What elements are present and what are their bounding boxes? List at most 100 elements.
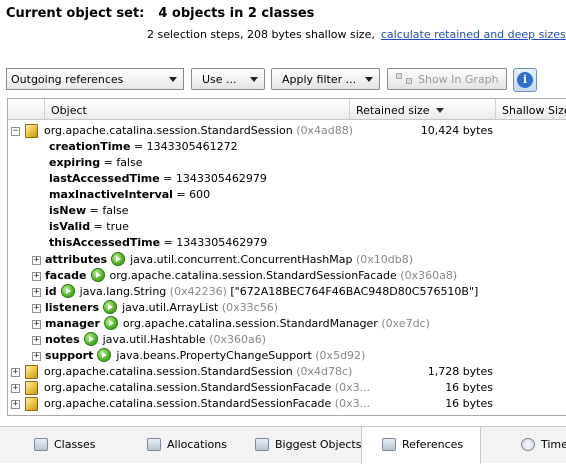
reference-row[interactable]: + attributes java.util.concurrent.Concurr…: [8, 252, 566, 268]
reference-row[interactable]: + id java.lang.String (0x42236) ["672A18B…: [8, 284, 566, 300]
reference-type: java.beans.PropertyChangeSupport: [116, 349, 312, 362]
field-row[interactable]: thisAccessedTime = 1343305462979: [8, 235, 566, 251]
reference-arrow-icon: [83, 332, 98, 346]
tree-row-object[interactable]: + org.apache.catalina.session.StandardSe…: [8, 364, 566, 380]
tab-label: Classes: [54, 438, 96, 451]
page-title: Current object set: 4 objects in 2 classe…: [6, 6, 314, 21]
field-row[interactable]: expiring = false: [8, 155, 566, 171]
reference-id: (0x10db8): [355, 253, 414, 266]
reference-arrow-icon: [103, 300, 118, 314]
object-icon: [25, 397, 38, 411]
object-class: org.apache.catalina.session.StandardSess…: [44, 124, 293, 137]
object-label: org.apache.catalina.session.StandardSess…: [44, 123, 353, 139]
object-icon: [25, 381, 38, 395]
chevron-down-icon: [169, 77, 177, 82]
reference-type: org.apache.catalina.session.StandardSess…: [109, 269, 397, 282]
retained-size: 16 bytes: [445, 381, 493, 394]
field-name: expiring: [49, 156, 101, 169]
field-value: = 1343305462979: [159, 172, 267, 185]
tree-row-root[interactable]: − org.apache.catalina.session.StandardSe…: [8, 123, 566, 139]
object-id: (0x4d78c): [296, 365, 353, 378]
calculate-sizes-link[interactable]: calculate retained and deep sizes: [381, 28, 566, 41]
reference-name: support: [45, 349, 94, 362]
expand-icon[interactable]: +: [32, 320, 41, 329]
expand-icon[interactable]: +: [11, 400, 20, 409]
column-shallow-label: Shallow Size: [502, 104, 566, 117]
use-button[interactable]: Use ...: [191, 68, 265, 90]
allocations-icon: [147, 438, 161, 451]
expand-icon[interactable]: +: [32, 256, 41, 265]
object-icon: [25, 124, 38, 138]
reference-row[interactable]: + support java.beans.PropertyChangeSuppor…: [8, 348, 566, 364]
field-row[interactable]: isValid = true: [8, 219, 566, 235]
reference-row[interactable]: + manager org.apache.catalina.session.Sta…: [8, 316, 566, 332]
apply-filter-button[interactable]: Apply filter ...: [271, 68, 380, 90]
tab-label: Biggest Objects: [275, 438, 362, 451]
use-button-label: Use ...: [202, 73, 237, 86]
object-id: (0x4ad88): [296, 124, 353, 137]
column-shallow-size[interactable]: Shallow Size: [495, 99, 566, 120]
collapse-icon[interactable]: −: [11, 127, 20, 136]
reference-id: (0x360a8): [400, 269, 458, 282]
view-select[interactable]: Outgoing references: [6, 68, 184, 90]
object-icon: [25, 365, 38, 379]
reference-value: ["672A18BEC764F46BAC948D80C576510B"]: [230, 285, 479, 298]
time-icon: [521, 438, 535, 451]
field-row[interactable]: maxInactiveInterval = 600: [8, 187, 566, 203]
reference-name: manager: [45, 317, 100, 330]
show-in-graph-label: Show In Graph: [418, 73, 499, 86]
object-class: org.apache.catalina.session.StandardSess…: [44, 381, 332, 394]
field-row[interactable]: isNew = false: [8, 203, 566, 219]
reference-tree[interactable]: Object Retained size Shallow Size − org.…: [7, 98, 566, 416]
tab-classes[interactable]: Classes: [30, 427, 140, 464]
field-value: = true: [90, 220, 129, 233]
reference-name: attributes: [45, 253, 108, 266]
reference-arrow-icon: [97, 348, 112, 362]
column-object-label: Object: [51, 104, 87, 117]
biggest-objects-icon: [255, 438, 269, 451]
expand-icon[interactable]: +: [11, 368, 20, 377]
reference-row[interactable]: + facade org.apache.catalina.session.Stan…: [8, 268, 566, 284]
reference-id: (0x33c56): [221, 301, 279, 314]
expand-icon[interactable]: +: [11, 384, 20, 393]
view-tabs: Classes Allocations Biggest Objects Refe…: [0, 426, 566, 464]
field-value: = false: [100, 156, 143, 169]
reference-row[interactable]: + notes java.util.Hashtable (0x360a6): [8, 332, 566, 348]
reference-arrow-icon: [60, 284, 75, 298]
tab-allocations[interactable]: Allocations: [145, 427, 245, 464]
reference-type: java.util.concurrent.ConcurrentHashMap: [130, 253, 353, 266]
reference-name: listeners: [45, 301, 100, 314]
tab-biggest-objects[interactable]: Biggest Objects: [253, 427, 363, 464]
reference-id: (0x42236): [169, 285, 227, 298]
chevron-down-icon: [365, 77, 373, 82]
expand-icon[interactable]: +: [32, 288, 41, 297]
header: Current object set: 4 objects in 2 classe…: [0, 0, 566, 60]
field-row[interactable]: lastAccessedTime = 1343305462979: [8, 171, 566, 187]
field-name: creationTime: [49, 140, 131, 153]
field-row[interactable]: creationTime = 1343305461272: [8, 139, 566, 155]
field-name: lastAccessedTime: [49, 172, 160, 185]
field-name: maxInactiveInterval: [49, 188, 173, 201]
tab-references[interactable]: References: [361, 427, 481, 464]
expand-icon[interactable]: +: [32, 272, 41, 281]
info-button[interactable]: i: [513, 68, 537, 92]
retained-size: 1,728 bytes: [427, 365, 493, 378]
view-select-value: Outgoing references: [11, 73, 124, 86]
column-retained-size[interactable]: Retained size: [349, 99, 495, 120]
tree-row-object[interactable]: + org.apache.catalina.session.StandardSe…: [8, 380, 566, 396]
reference-id: (0x360a6): [209, 333, 266, 346]
expand-icon[interactable]: +: [32, 304, 41, 313]
reference-row[interactable]: + listeners java.util.ArrayList (0x33c56): [8, 300, 566, 316]
tab-time[interactable]: Time: [519, 427, 566, 464]
expand-icon[interactable]: +: [32, 352, 41, 361]
field-value: = 600: [172, 188, 211, 201]
tree-row-object[interactable]: + org.apache.catalina.session.StandardSe…: [8, 396, 566, 412]
column-header: Object Retained size Shallow Size: [8, 99, 566, 120]
tab-label: Allocations: [167, 438, 227, 451]
column-object[interactable]: Object: [44, 99, 349, 120]
reference-id: (0x5d92): [315, 349, 366, 362]
field-name: thisAccessedTime: [49, 236, 161, 249]
expand-icon[interactable]: +: [32, 336, 41, 345]
field-value: = 1343305461272: [130, 140, 238, 153]
show-in-graph-button[interactable]: Show In Graph: [387, 68, 507, 90]
